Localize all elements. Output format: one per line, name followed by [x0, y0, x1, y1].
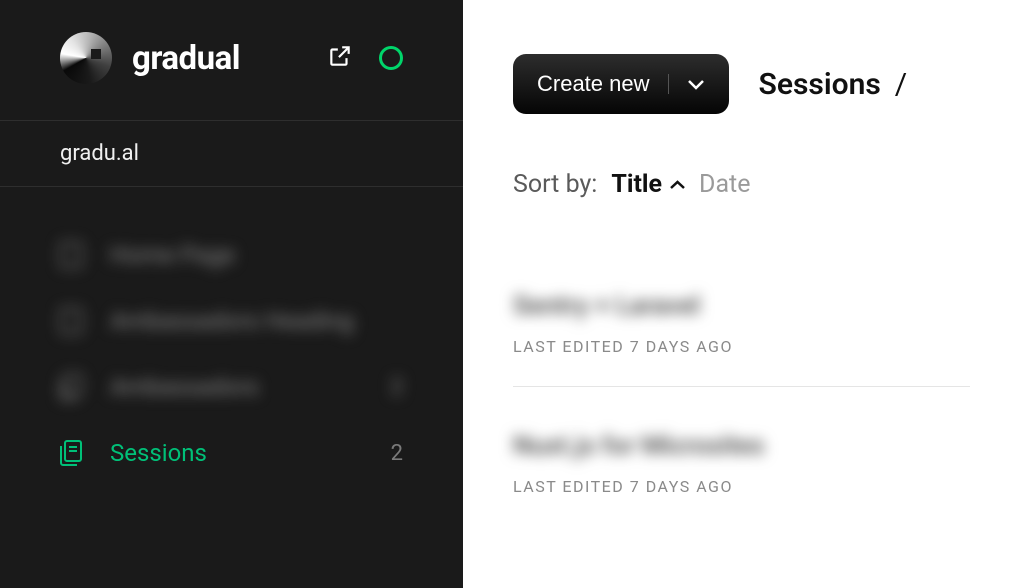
session-title: Nuxt.js for Microsites [513, 431, 970, 461]
chevron-up-icon [670, 180, 685, 189]
sort-label: Sort by: [513, 170, 597, 199]
sidebar: gradual gradu.al Home Page Ambassadors H… [0, 0, 463, 588]
toolbar: Create new Sessions / [463, 54, 1020, 114]
collection-icon [60, 374, 82, 400]
create-label: Create new [537, 71, 650, 97]
brand-name: gradual [132, 39, 240, 78]
sidebar-header: gradual [0, 0, 463, 121]
page-icon [60, 308, 82, 334]
sidebar-item-count: 2 [391, 375, 403, 400]
status-indicator-icon [379, 46, 403, 70]
sidebar-item-label: Home Page [110, 241, 375, 269]
session-title: Sentry + Laravel [513, 291, 970, 321]
sidebar-item-ambassadors[interactable]: Ambassadors 2 [60, 373, 403, 401]
main-content: Create new Sessions / Sort by: Title Dat… [463, 0, 1020, 588]
external-link-icon[interactable] [327, 43, 353, 73]
sort-row: Sort by: Title Date [463, 114, 1020, 247]
sidebar-item-sessions[interactable]: Sessions 2 [60, 439, 403, 467]
nav-list: Home Page Ambassadors Heading Ambassador… [0, 187, 463, 467]
breadcrumb-item[interactable]: Sessions [759, 67, 881, 102]
session-meta: LAST EDITED 7 DAYS AGO [513, 337, 970, 356]
sort-by-title[interactable]: Title [611, 170, 685, 199]
header-icons [327, 43, 403, 73]
sidebar-item-label: Ambassadors [110, 373, 363, 401]
sidebar-item-count: 2 [391, 441, 403, 466]
logo-icon [60, 32, 112, 84]
breadcrumb: Sessions / [759, 67, 908, 102]
sidebar-item-label: Sessions [110, 439, 363, 467]
session-item[interactable]: Sentry + Laravel LAST EDITED 7 DAYS AGO [513, 247, 970, 387]
session-list: Sentry + Laravel LAST EDITED 7 DAYS AGO … [463, 247, 1020, 526]
sidebar-item-home[interactable]: Home Page [60, 241, 403, 269]
breadcrumb-separator: / [895, 67, 907, 102]
sidebar-item-label: Ambassadors Heading [110, 307, 375, 335]
create-new-button[interactable]: Create new [513, 54, 729, 114]
page-icon [60, 242, 82, 268]
session-meta: LAST EDITED 7 DAYS AGO [513, 477, 970, 496]
chevron-down-icon [687, 79, 705, 90]
sort-by-date[interactable]: Date [699, 170, 750, 199]
sidebar-item-ambassadors-heading[interactable]: Ambassadors Heading [60, 307, 403, 335]
session-item[interactable]: Nuxt.js for Microsites LAST EDITED 7 DAY… [513, 387, 970, 526]
separator [668, 74, 669, 94]
project-url[interactable]: gradu.al [0, 121, 463, 187]
collection-icon [60, 440, 82, 466]
